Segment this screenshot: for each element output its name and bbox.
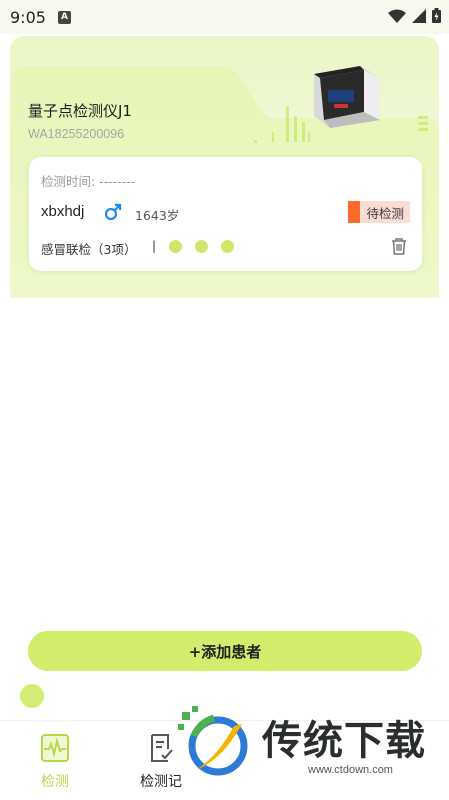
device-serial-number: WA18255200096 bbox=[28, 127, 125, 141]
waveform-icon bbox=[41, 734, 69, 762]
wifi-icon bbox=[388, 9, 406, 23]
status-badge-strip bbox=[348, 201, 361, 223]
watermark-url: www.ctdown.com bbox=[308, 764, 393, 776]
patient-age: 1643岁 bbox=[135, 208, 180, 223]
watermark-logo-icon bbox=[178, 706, 248, 776]
status-time: 9:05 bbox=[10, 8, 46, 27]
nav-item-detection[interactable]: 检测 bbox=[20, 733, 90, 791]
notification-icon: A bbox=[58, 11, 71, 24]
add-patient-button[interactable]: +添加患者 bbox=[28, 631, 422, 671]
analyzer-device-image bbox=[314, 66, 380, 128]
status-icons bbox=[388, 8, 441, 23]
floating-action-dot[interactable] bbox=[20, 684, 44, 708]
status-badge: 待检测 bbox=[348, 201, 410, 223]
item-separator: | bbox=[152, 239, 157, 253]
result-dot bbox=[169, 240, 182, 253]
patient-name: xbxhdj bbox=[41, 203, 85, 220]
battery-icon bbox=[432, 8, 441, 23]
result-dot bbox=[221, 240, 234, 253]
device-name: 量子点检测仪J1 bbox=[28, 102, 132, 120]
nav-label-detection: 检测 bbox=[41, 774, 69, 790]
status-bar: 9:05 A bbox=[0, 0, 449, 34]
male-icon bbox=[104, 203, 122, 221]
report-icon bbox=[151, 734, 173, 762]
test-time: 检测时间: -------- bbox=[41, 174, 136, 189]
watermark: 传统下载 www.ctdown.com bbox=[178, 700, 449, 800]
patient-card[interactable]: 检测时间: -------- xbxhdj 1643岁 待检测 感冒联检（3项）… bbox=[29, 157, 422, 271]
test-item-name: 感冒联检（3项） bbox=[41, 242, 137, 257]
status-badge-label: 待检测 bbox=[366, 205, 404, 221]
trash-icon[interactable] bbox=[390, 237, 408, 255]
watermark-brand: 传统下载 bbox=[262, 718, 426, 764]
result-dot bbox=[195, 240, 208, 253]
signal-icon bbox=[412, 8, 426, 23]
